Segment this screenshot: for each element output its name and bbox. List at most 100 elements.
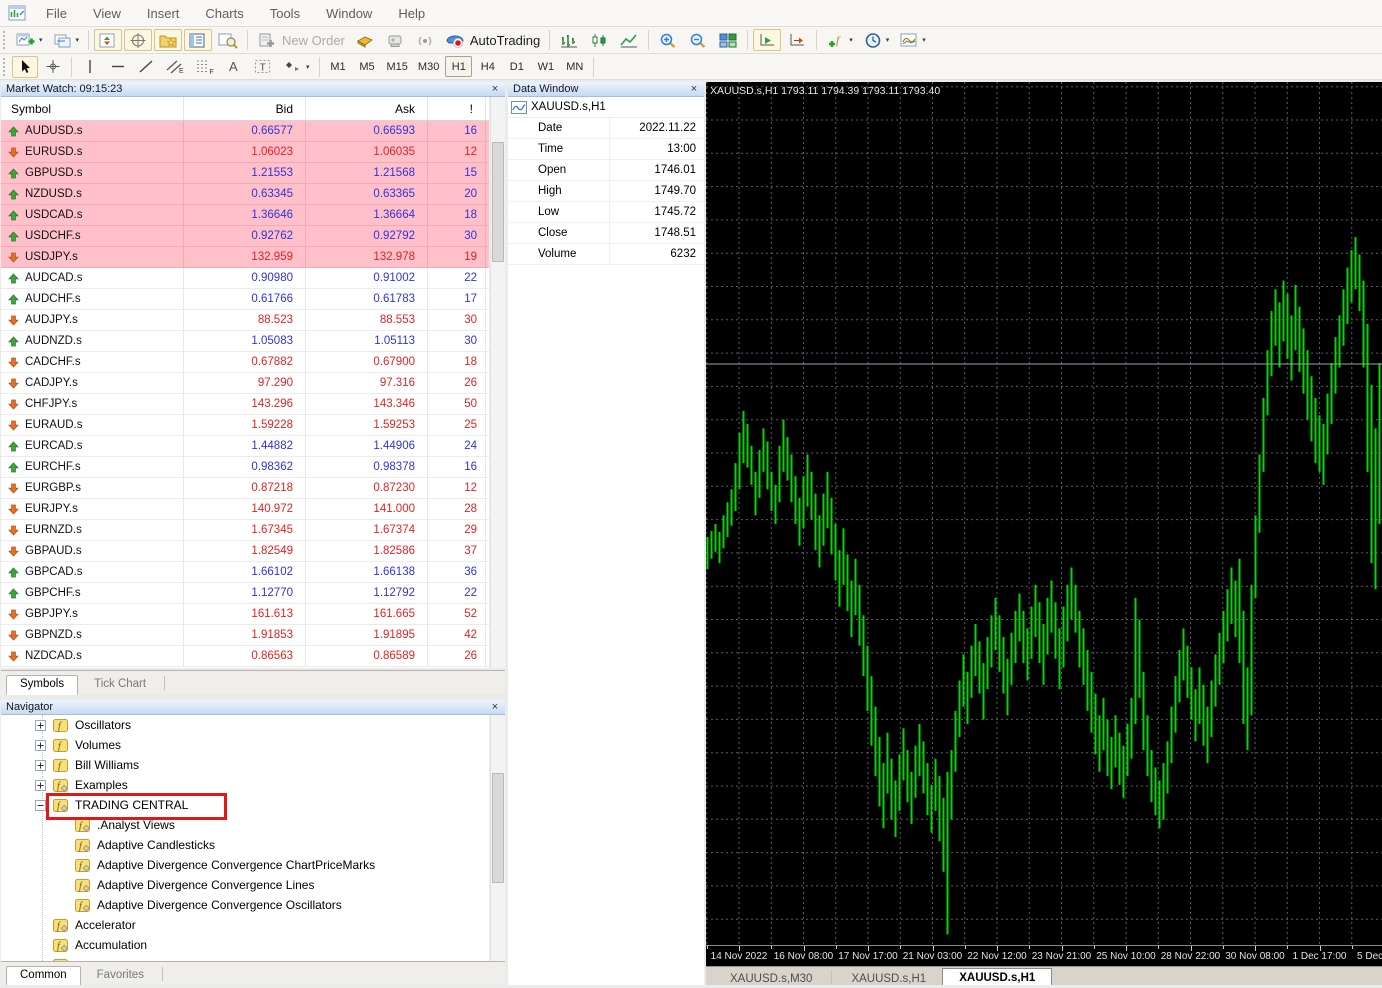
mailbox-button[interactable] <box>381 29 409 51</box>
tile-windows-button[interactable] <box>714 29 742 51</box>
market-watch-row-cadchf.s[interactable]: CADCHF.s0.678820.6790018 <box>1 352 489 373</box>
market-watch-row-euraud.s[interactable]: EURAUD.s1.592281.5925325 <box>1 415 489 436</box>
menu-item-help[interactable]: Help <box>385 0 438 26</box>
market-watch-row-eurjpy.s[interactable]: EURJPY.s140.972141.00028 <box>1 499 489 520</box>
navigator-item-accelerator[interactable]: fAccelerator <box>1 915 489 935</box>
expand-plus-icon[interactable] <box>35 720 46 731</box>
data-window-instrument-row[interactable]: XAUUSD.s,H1 <box>508 97 704 118</box>
dropdown-caret-icon[interactable]: ▾ <box>886 36 890 44</box>
templates-button[interactable]: ▾ <box>895 29 930 51</box>
market-watch-row-audchf.s[interactable]: AUDCHF.s0.617660.6178317 <box>1 289 489 310</box>
market-watch-row-gbpaud.s[interactable]: GBPAUD.s1.825491.8258637 <box>1 541 489 562</box>
market-watch-row-eurusd.s[interactable]: EURUSD.s1.060231.0603512 <box>1 142 489 163</box>
zoom-out-button[interactable] <box>684 29 712 51</box>
menu-item-charts[interactable]: Charts <box>192 0 256 26</box>
collapse-minus-icon[interactable] <box>35 800 46 811</box>
periods-button[interactable]: ▾ <box>859 29 894 51</box>
dropdown-caret-icon[interactable]: ▾ <box>849 36 853 44</box>
indicators-button[interactable]: f▾ <box>822 29 857 51</box>
market-watch-tab-tick-chart[interactable]: Tick Chart <box>80 675 160 694</box>
timeframe-w1-button[interactable]: W1 <box>532 56 559 77</box>
timeframe-h4-button[interactable]: H4 <box>474 56 501 77</box>
chart-shift-toggle[interactable] <box>783 29 811 51</box>
column-header-bid[interactable]: Bid <box>184 97 306 120</box>
market-watch-row-audusd.s[interactable]: AUDUSD.s0.665770.6659316 <box>1 121 489 142</box>
menu-item-window[interactable]: Window <box>313 0 385 26</box>
text-tool[interactable]: A <box>221 56 247 78</box>
column-header-spread[interactable]: ! <box>428 97 486 120</box>
market-watch-scrollbar-thumb[interactable] <box>492 142 504 262</box>
new-order-button[interactable]: New Order <box>253 29 349 51</box>
market-watch-row-eurgbp.s[interactable]: EURGBP.s0.872180.8723012 <box>1 478 489 499</box>
candlestick-chart-button[interactable] <box>585 29 613 51</box>
market-watch-row-eurcad.s[interactable]: EURCAD.s1.448821.4490624 <box>1 436 489 457</box>
navigator-item-adaptive-divergence-convergence-chartpricemarks[interactable]: fAdaptive Divergence Convergence ChartPr… <box>1 855 489 875</box>
toolbar-grip[interactable] <box>3 58 7 76</box>
signals-button[interactable] <box>411 29 439 51</box>
column-header-symbol[interactable]: Symbol <box>1 97 184 120</box>
market-watch-row-gbpjpy.s[interactable]: GBPJPY.s161.613161.66552 <box>1 604 489 625</box>
navigator-item-accumulation[interactable]: fAccumulation <box>1 935 489 955</box>
line-chart-button[interactable] <box>615 29 643 51</box>
vertical-line-tool[interactable] <box>77 56 103 78</box>
market-watch-row-gbpusd.s[interactable]: GBPUSD.s1.215531.2156815 <box>1 163 489 184</box>
timeframe-m1-button[interactable]: M1 <box>325 56 352 77</box>
navigator-item-volumes[interactable]: fVolumes <box>1 735 489 755</box>
market-watch-tab-symbols[interactable]: Symbols <box>6 675 78 695</box>
expand-plus-icon[interactable] <box>35 740 46 751</box>
timeframe-h1-button[interactable]: H1 <box>445 56 472 77</box>
navigator-close-icon[interactable]: × <box>489 700 501 714</box>
zoom-in-button[interactable] <box>654 29 682 51</box>
crosshair-tool[interactable] <box>40 56 66 78</box>
data-window-toggle[interactable] <box>124 29 152 51</box>
label-tool[interactable]: T <box>249 56 277 78</box>
timeframe-m30-button[interactable]: M30 <box>414 56 443 77</box>
navigator-item-adaptive-divergence-convergence-oscillators[interactable]: fAdaptive Divergence Convergence Oscilla… <box>1 895 489 915</box>
timeframe-d1-button[interactable]: D1 <box>503 56 530 77</box>
navigator-item-oscillators[interactable]: fOscillators <box>1 715 489 735</box>
market-watch-row-gbpchf.s[interactable]: GBPCHF.s1.127701.1279222 <box>1 583 489 604</box>
market-watch-row-audnzd.s[interactable]: AUDNZD.s1.050831.0511330 <box>1 331 489 352</box>
menu-item-tools[interactable]: Tools <box>257 0 313 26</box>
strategy-tester-button[interactable] <box>214 29 242 51</box>
metaeditor-button[interactable] <box>351 29 379 51</box>
toolbar-grip[interactable] <box>3 31 7 49</box>
market-watch-row-gbpnzd.s[interactable]: GBPNZD.s1.918531.9189542 <box>1 625 489 646</box>
navigator-scrollbar[interactable] <box>490 715 505 961</box>
dropdown-caret-icon[interactable]: ▾ <box>39 36 43 44</box>
price-chart-xauusd-h1[interactable]: XAUUSD.s,H1 1793.11 1794.39 1793.11 1793… <box>706 82 1382 945</box>
expand-plus-icon[interactable] <box>35 780 46 791</box>
market-watch-row-usdjpy.s[interactable]: USDJPY.s132.959132.97819 <box>1 247 489 268</box>
menu-item-view[interactable]: View <box>80 0 134 26</box>
market-watch-row-audjpy.s[interactable]: AUDJPY.s88.52388.55330 <box>1 310 489 331</box>
terminal-toggle[interactable] <box>184 29 212 51</box>
column-header-ask[interactable]: Ask <box>306 97 428 120</box>
market-watch-scrollbar[interactable] <box>490 97 505 668</box>
cursor-tool[interactable] <box>12 56 38 78</box>
market-watch-row-usdcad.s[interactable]: USDCAD.s1.366461.3666418 <box>1 205 489 226</box>
data-window-close-icon[interactable]: × <box>688 82 700 96</box>
market-watch-close-icon[interactable]: × <box>489 82 501 96</box>
market-watch-row-nzdusd.s[interactable]: NZDUSD.s0.633450.6336520 <box>1 184 489 205</box>
market-watch-row-audcad.s[interactable]: AUDCAD.s0.909800.9100222 <box>1 268 489 289</box>
fibonacci-tool[interactable]: F <box>191 56 219 78</box>
autotrading-button[interactable]: AutoTrading <box>441 29 544 51</box>
auto-scroll-toggle[interactable] <box>753 29 781 51</box>
menu-item-file[interactable]: File <box>33 0 80 26</box>
market-watch-row-gbpcad.s[interactable]: GBPCAD.s1.661021.6613836 <box>1 562 489 583</box>
menu-item-insert[interactable]: Insert <box>134 0 193 26</box>
dropdown-caret-icon[interactable]: ▾ <box>76 36 80 44</box>
horizontal-line-tool[interactable] <box>105 56 131 78</box>
navigator-toggle[interactable] <box>154 29 182 51</box>
dropdown-caret-icon[interactable]: ▾ <box>306 63 310 71</box>
dropdown-caret-icon[interactable]: ▾ <box>922 36 926 44</box>
market-watch-row-eurchf.s[interactable]: EURCHF.s0.983620.9837816 <box>1 457 489 478</box>
timeframe-m5-button[interactable]: M5 <box>354 56 381 77</box>
chart-canvas[interactable]: XAUUSD.s,H1 1793.11 1794.39 1793.11 1793… <box>706 82 1382 945</box>
navigator-scrollbar-thumb[interactable] <box>492 773 504 883</box>
new-chart-button[interactable]: ▾ <box>12 29 47 51</box>
market-watch-row-usdchf.s[interactable]: USDCHF.s0.927620.9279230 <box>1 226 489 247</box>
navigator-tab-common[interactable]: Common <box>6 966 81 986</box>
navigator-item-adaptive-candlesticks[interactable]: fAdaptive Candlesticks <box>1 835 489 855</box>
navigator-item-adaptive-divergence-convergence-lines[interactable]: fAdaptive Divergence Convergence Lines <box>1 875 489 895</box>
